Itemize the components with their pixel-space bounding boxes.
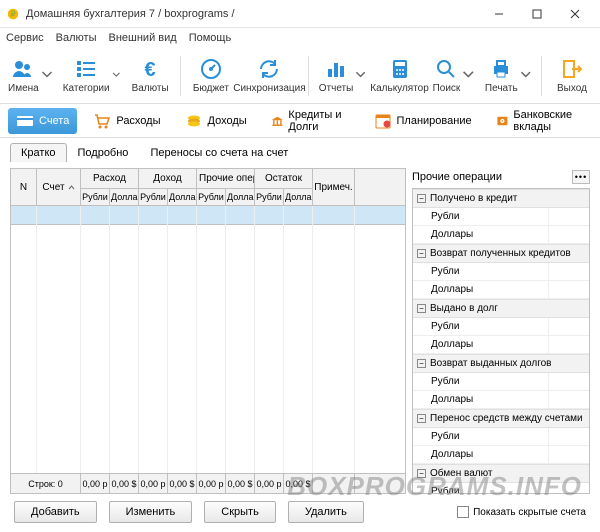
toolbar-categories[interactable]: Категории [63, 57, 120, 94]
toolbar-reports[interactable]: Отчеты [319, 57, 367, 94]
col-account[interactable]: Счет [37, 169, 80, 205]
col-n[interactable]: N [11, 169, 36, 205]
subtab-transfers[interactable]: Переносы со счета на счет [139, 143, 299, 162]
app-icon: ₽ [6, 7, 20, 21]
show-hidden-checkbox[interactable]: Показать скрытые счета [457, 506, 586, 518]
collapse-icon[interactable]: − [417, 249, 426, 258]
exit-icon [560, 57, 584, 81]
operations-tree[interactable]: −Получено в кредитРублиДоллары−Возврат п… [412, 188, 590, 494]
magnify-icon [434, 57, 458, 81]
col-other[interactable]: Прочие операции [197, 169, 254, 189]
tree-row[interactable]: Рубли [413, 263, 589, 281]
toolbar-names[interactable]: Имена [8, 57, 53, 94]
separator [541, 56, 542, 96]
tree-row[interactable]: Доллары [413, 391, 589, 409]
menu-view[interactable]: Внешний вид [109, 32, 177, 44]
cart-icon [93, 112, 111, 130]
chevron-down-icon [520, 63, 532, 87]
add-button[interactable]: Добавить [14, 501, 97, 523]
subtab-detailed[interactable]: Подробно [67, 143, 140, 162]
tree-row[interactable]: Доллары [413, 226, 589, 244]
collapse-icon[interactable]: − [417, 304, 426, 313]
chevron-down-icon [355, 63, 366, 87]
printer-icon [489, 57, 513, 81]
tree-group-header[interactable]: −Получено в кредит [413, 189, 589, 208]
tab-accounts[interactable]: Счета [8, 108, 77, 134]
subtab-brief[interactable]: Кратко [10, 143, 67, 162]
tree-row[interactable]: Доллары [413, 336, 589, 354]
sync-icon [257, 57, 281, 81]
delete-button[interactable]: Удалить [288, 501, 364, 523]
toolbar-search[interactable]: Поиск [433, 57, 475, 94]
list-icon [74, 57, 98, 81]
tree-row[interactable]: Доллары [413, 281, 589, 299]
col-note[interactable]: Примеч. [313, 169, 354, 205]
toolbar-currencies[interactable]: €Валюты [130, 57, 170, 94]
people-icon [11, 57, 35, 81]
tree-group-header[interactable]: −Перенос средств между счетами [413, 409, 589, 428]
col-income[interactable]: Доход [139, 169, 196, 189]
coins-icon [185, 112, 203, 130]
separator [308, 56, 309, 96]
col-expense[interactable]: Расход [81, 169, 138, 189]
toolbar-exit[interactable]: Выход [552, 57, 592, 94]
safe-icon [496, 112, 509, 130]
euro-icon: € [138, 57, 162, 81]
tree-row[interactable]: Рубли [413, 373, 589, 391]
toolbar-budget[interactable]: Бюджет [191, 57, 231, 94]
collapse-icon[interactable]: − [417, 469, 426, 478]
operations-title: Прочие операции [412, 171, 502, 183]
tree-group-header[interactable]: −Обмен валют [413, 464, 589, 483]
tree-group-header[interactable]: −Возврат полученных кредитов [413, 244, 589, 263]
table-body[interactable] [11, 206, 405, 473]
tree-row[interactable]: Рубли [413, 428, 589, 446]
gauge-icon [199, 57, 223, 81]
chevron-down-icon [462, 63, 475, 87]
minimize-button[interactable] [480, 2, 518, 26]
close-button[interactable] [556, 2, 594, 26]
chart-icon [324, 57, 348, 81]
toolbar-calc[interactable]: Калькулятор [376, 57, 422, 94]
calculator-icon [388, 57, 412, 81]
tree-group-header[interactable]: −Выдано в долг [413, 299, 589, 318]
card-icon [16, 112, 34, 130]
tree-row[interactable]: Доллары [413, 446, 589, 464]
tab-credits[interactable]: Кредиты и Долги [263, 105, 358, 137]
bank-icon [271, 112, 284, 130]
collapse-icon[interactable]: − [417, 359, 426, 368]
menu-help[interactable]: Помощь [189, 32, 232, 44]
checkbox-icon[interactable] [457, 506, 469, 518]
svg-text:₽: ₽ [10, 9, 15, 18]
tab-deposits[interactable]: Банковские вклады [488, 105, 592, 137]
edit-button[interactable]: Изменить [109, 501, 193, 523]
hide-button[interactable]: Скрыть [204, 501, 276, 523]
toolbar-sync[interactable]: Синхронизация [241, 57, 298, 94]
svg-text:€: € [145, 59, 156, 81]
tree-row[interactable]: Рубли [413, 483, 589, 494]
tab-income[interactable]: Доходы [177, 108, 255, 134]
collapse-icon[interactable]: − [417, 194, 426, 203]
chevron-down-icon [41, 63, 53, 87]
tree-row[interactable]: Рубли [413, 208, 589, 226]
menu-currencies[interactable]: Валюты [56, 32, 97, 44]
sort-asc-icon [68, 184, 75, 191]
table-footer: Строк: 0 0,00 р 0,00 $ 0,00 р 0,00 $ 0,0… [11, 473, 405, 493]
accounts-table: N Счет РасходРублиДоллар ДоходРублиДолла… [10, 168, 406, 494]
tree-group-header[interactable]: −Возврат выданных долгов [413, 354, 589, 373]
calendar-icon [374, 112, 392, 130]
col-balance[interactable]: Остаток [255, 169, 312, 189]
maximize-button[interactable] [518, 2, 556, 26]
tab-planning[interactable]: Планирование [366, 108, 480, 134]
collapse-icon[interactable]: − [417, 414, 426, 423]
separator [180, 56, 181, 96]
menu-service[interactable]: Сервис [6, 32, 44, 44]
chevron-down-icon [112, 63, 121, 87]
window-title: Домашняя бухгалтерия 7 / boxprograms / [26, 8, 480, 20]
more-button[interactable]: ••• [572, 170, 590, 184]
tab-expenses[interactable]: Расходы [85, 108, 168, 134]
toolbar-print[interactable]: Печать [485, 57, 531, 94]
tree-row[interactable]: Рубли [413, 318, 589, 336]
